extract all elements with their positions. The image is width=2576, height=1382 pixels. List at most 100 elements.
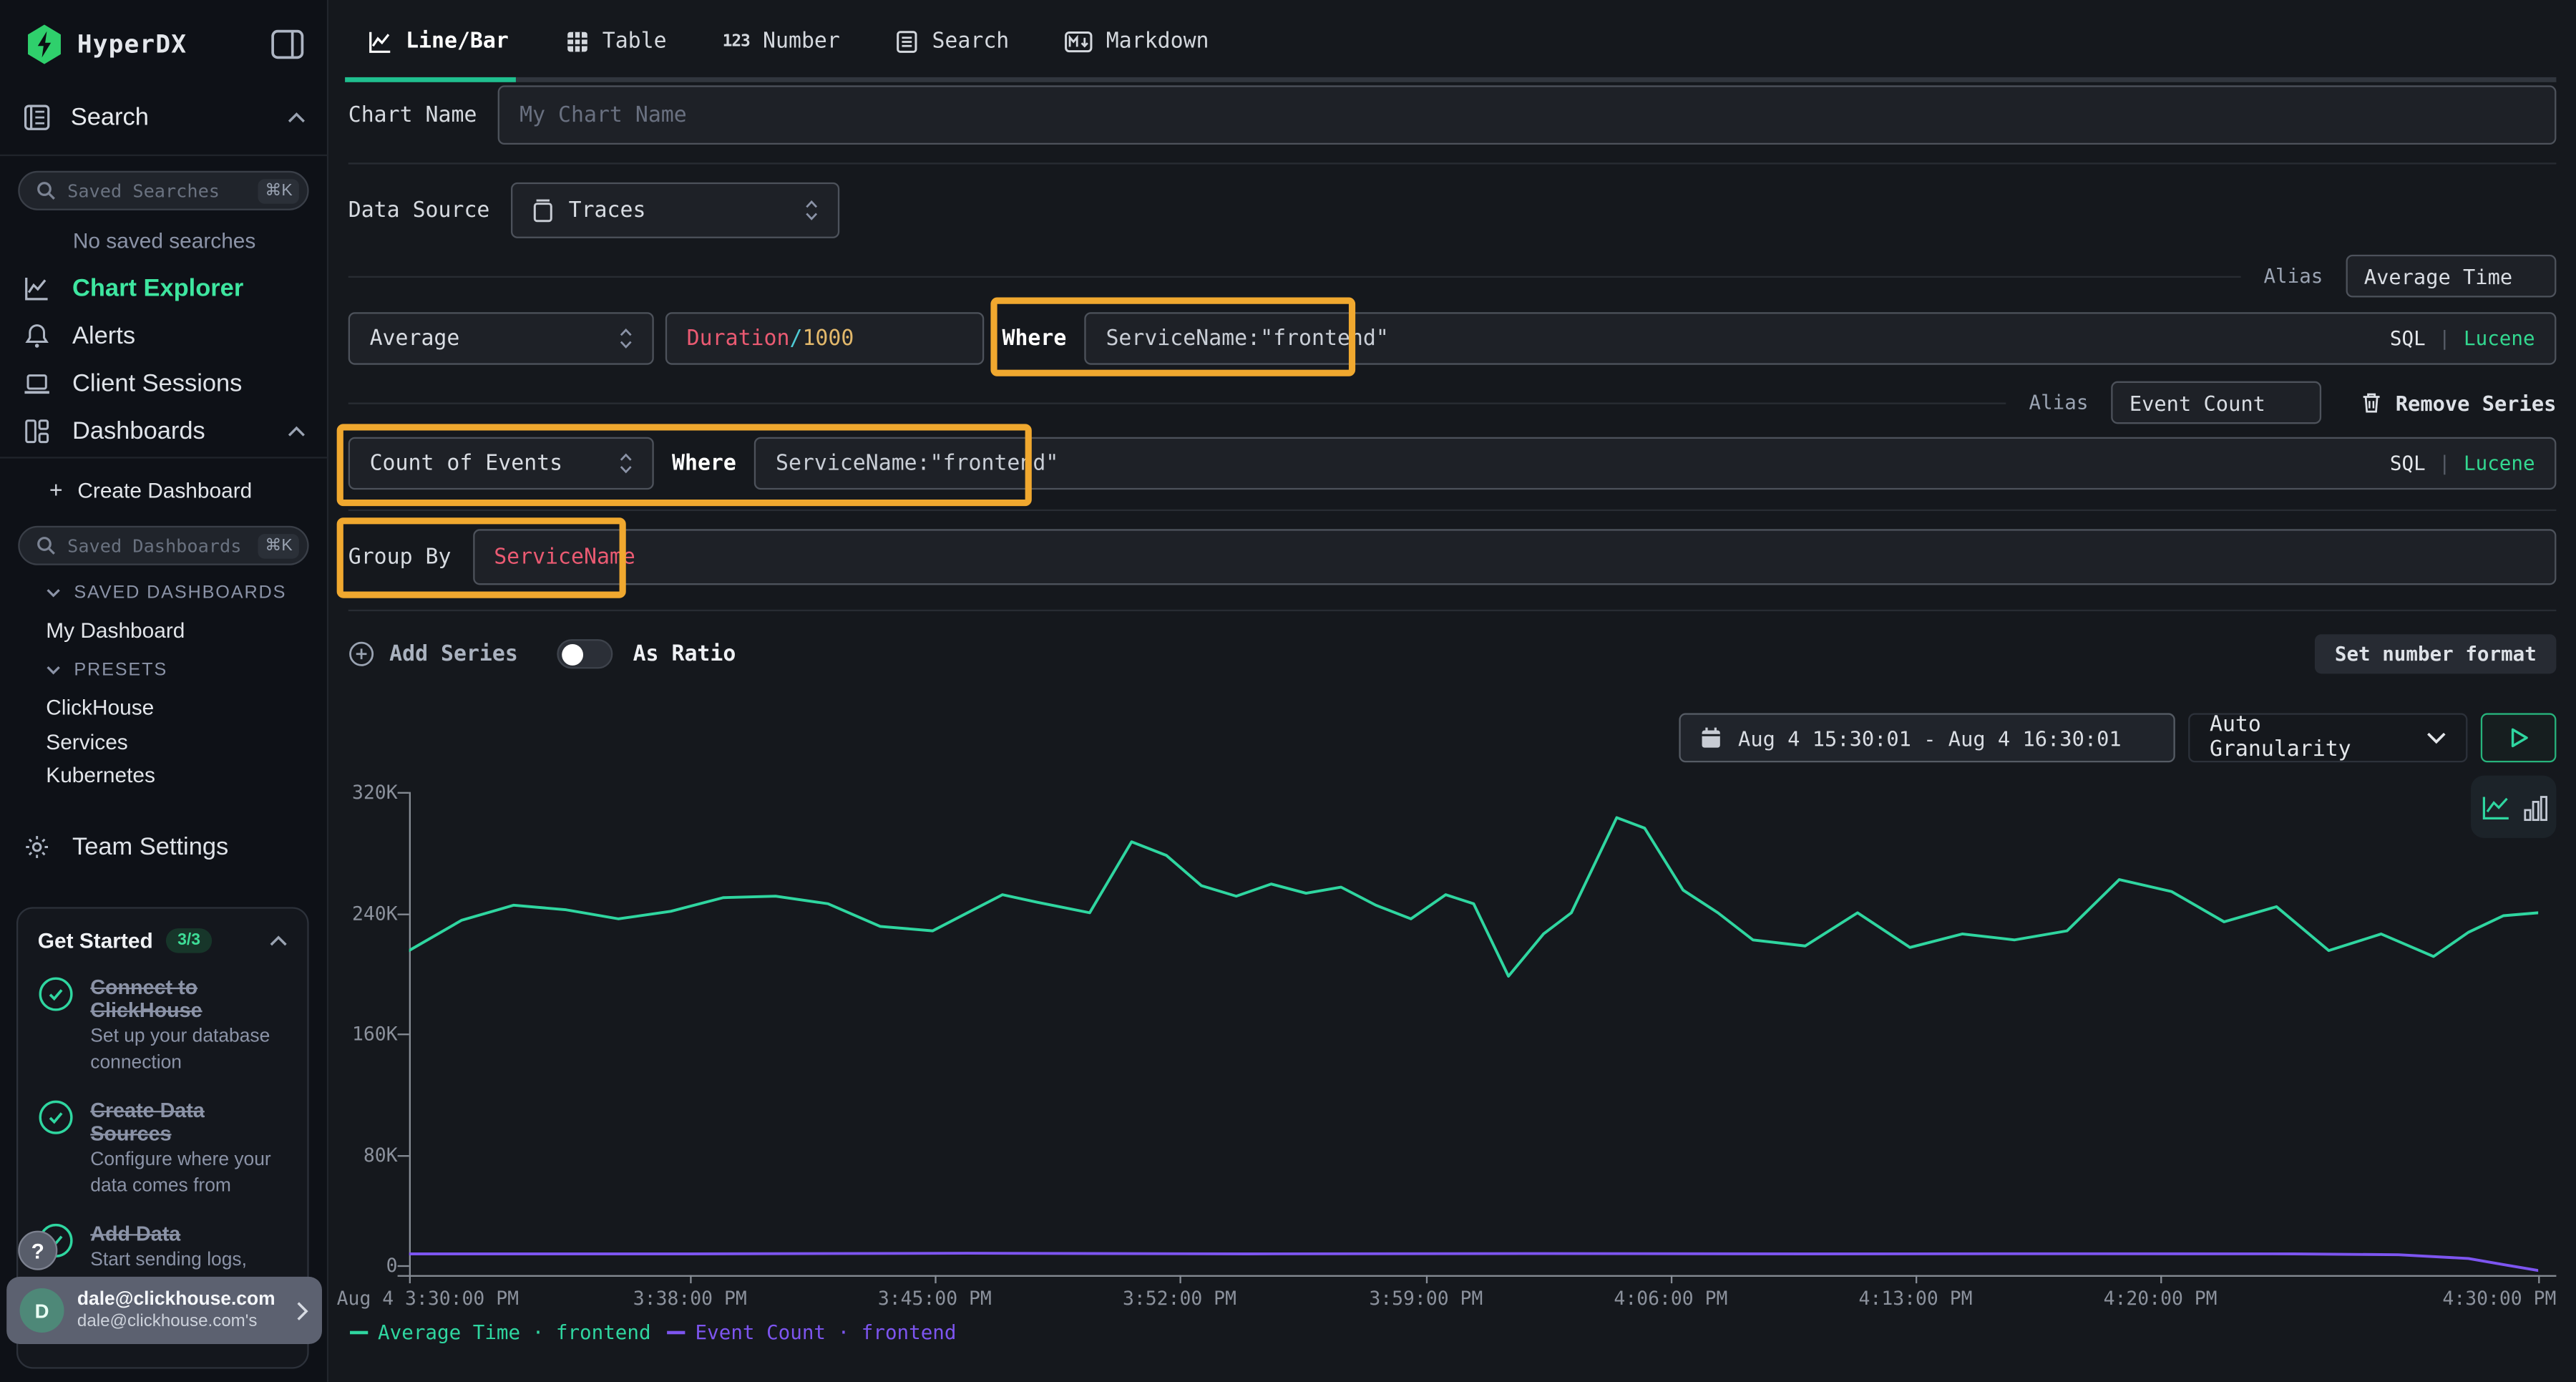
section-divider [348,610,2557,611]
sidebar-item-search[interactable]: Search [23,104,306,132]
chart-name-input[interactable] [519,102,2534,127]
create-dashboard-label: Create Dashboard [77,477,252,502]
x-axis-tick-label: 3:45:00 PM [878,1287,992,1310]
y-axis-tick-label: 320K [332,781,398,804]
chart-plot[interactable] [409,792,2538,1275]
sidebar-item-dashboards[interactable]: Dashboards [23,411,306,450]
alias-label: Alias [2263,265,2323,288]
add-series-button[interactable]: Add Series [348,641,518,667]
app-window: HyperDX Search Saved Searches ⌘K No save… [0,0,2576,1382]
get-started-item-title: Create Data Sources [90,1099,288,1145]
sql-mode-button[interactable]: SQL [2390,327,2426,350]
list-doc-icon [896,29,919,53]
user-menu[interactable]: D dale@clickhouse.com dale@clickhouse.co… [6,1277,322,1344]
group-by-input[interactable]: ServiceName [472,529,2556,585]
chevron-up-icon[interactable] [288,424,306,436]
run-query-button[interactable] [2481,713,2557,762]
get-started-item[interactable]: Create Data Sources Configure where your… [38,1099,288,1199]
field-argument: 1000 [802,326,854,351]
sidebar-collapse-icon[interactable] [271,29,304,59]
sidebar-item-services[interactable]: Services [46,729,127,754]
tab-number[interactable]: 123 Number [723,29,840,53]
tab-label: Table [602,29,667,53]
chevron-up-icon[interactable] [288,112,306,123]
sidebar-item-clickhouse[interactable]: ClickHouse [46,695,154,719]
main-content: Line/Bar Table 123 Number Search Markdow… [328,0,2576,1382]
chevron-right-icon [296,1300,308,1320]
series1-where-input[interactable]: ServiceName:"frontend" SQL | Lucene [1085,312,2557,364]
sidebar-item-client-sessions[interactable]: Client Sessions [23,363,306,402]
group-presets[interactable]: PRESETS [46,661,167,681]
x-axis-line [398,1275,2557,1277]
y-tick [398,1155,409,1157]
journal-icon [23,104,51,132]
as-ratio-toggle[interactable] [557,639,613,668]
gear-icon [23,832,51,860]
chevron-down-icon [2426,731,2446,744]
field-operator: / [789,326,802,351]
tab-search[interactable]: Search [896,29,1009,53]
legend-label: Event Count · frontend [696,1321,957,1344]
shortcut-badge: ⌘K [258,178,299,203]
chevron-up-icon[interactable] [270,935,288,946]
sidebar-item-team-settings[interactable]: Team Settings [23,827,306,866]
remove-series-button[interactable]: Remove Series [2361,390,2557,414]
sidebar-item-label: Chart Explorer [72,273,243,301]
lucene-mode-button[interactable]: Lucene [2464,452,2535,475]
series1-aggregation-select[interactable]: Average [348,312,654,364]
saved-searches-input[interactable]: Saved Searches ⌘K [18,171,308,210]
series2-where-input[interactable]: ServiceName:"frontend" SQL | Lucene [754,437,2556,490]
y-axis-tick-label: 0 [332,1254,398,1277]
legend-label: Average Time · frontend [378,1321,651,1344]
select-chevrons-icon [620,327,633,350]
tab-track [345,77,2556,82]
logo[interactable]: HyperDX [26,24,187,64]
section-divider [348,510,2557,511]
lucene-mode-button[interactable]: Lucene [2464,327,2535,350]
where-value: ServiceName:"frontend" [1106,326,1388,351]
get-started-badge: 3/3 [166,928,212,953]
dashboard-grid-icon [23,417,51,444]
group-saved-dashboards[interactable]: SAVED DASHBOARDS [46,583,286,603]
chart-type-tabs: Line/Bar Table 123 Number Search Markdow… [328,0,2576,82]
sql-mode-button[interactable]: SQL [2390,452,2426,475]
x-axis-tick-label: 3:52:00 PM [1123,1287,1236,1310]
tab-markdown[interactable]: Markdown [1065,29,1209,53]
tab-table[interactable]: Table [565,29,667,53]
series2-alias-input[interactable]: Event Count [2112,381,2322,424]
sidebar-item-alerts[interactable]: Alerts [23,316,306,355]
aggregation-value: Count of Events [370,451,563,475]
group-by-label: Group By [348,545,452,569]
x-axis-tick-label: 4:20:00 PM [2104,1287,2218,1310]
series1-field-input[interactable]: Duration/1000 [665,312,984,364]
get-started-item[interactable]: Connect to ClickHouse Set up your databa… [38,976,288,1076]
series-separator-line [348,276,2241,277]
where-label: Where [1002,326,1066,351]
create-dashboard-button[interactable]: + Create Dashboard [49,477,252,503]
legend-item-average-time[interactable]: Average Time · frontend [350,1321,651,1344]
number-123-icon: 123 [723,32,750,50]
markdown-icon [1065,30,1093,52]
sidebar-item-my-dashboard[interactable]: My Dashboard [46,618,185,642]
add-series-label: Add Series [389,642,518,666]
legend-item-event-count[interactable]: Event Count · frontend [668,1321,957,1344]
granularity-select[interactable]: Auto Granularity [2188,713,2467,762]
group-header-label: SAVED DASHBOARDS [74,583,286,603]
sidebar-item-chart-explorer[interactable]: Chart Explorer [23,268,306,307]
data-source-select[interactable]: Traces [511,183,839,238]
y-tick [398,1265,409,1267]
date-range-input[interactable]: Aug 4 15:30:01 - Aug 4 16:30:01 [1679,713,2175,762]
x-tick [2538,1275,2540,1283]
sidebar-item-kubernetes[interactable]: Kubernetes [46,762,155,787]
user-subtitle: dale@clickhouse.com's [77,1311,275,1331]
bell-icon [23,321,51,349]
tab-line-bar[interactable]: Line/Bar [368,29,509,53]
series1-alias-input[interactable]: Average Time [2346,255,2557,298]
as-ratio-label: As Ratio [633,642,736,666]
series2-aggregation-select[interactable]: Count of Events [348,437,654,490]
set-number-format-button[interactable]: Set number format [2315,634,2556,673]
play-icon [2509,728,2527,748]
help-button[interactable]: ? [18,1231,57,1270]
chevron-down-icon [46,666,61,676]
saved-dashboards-input[interactable]: Saved Dashboards ⌘K [18,526,308,565]
